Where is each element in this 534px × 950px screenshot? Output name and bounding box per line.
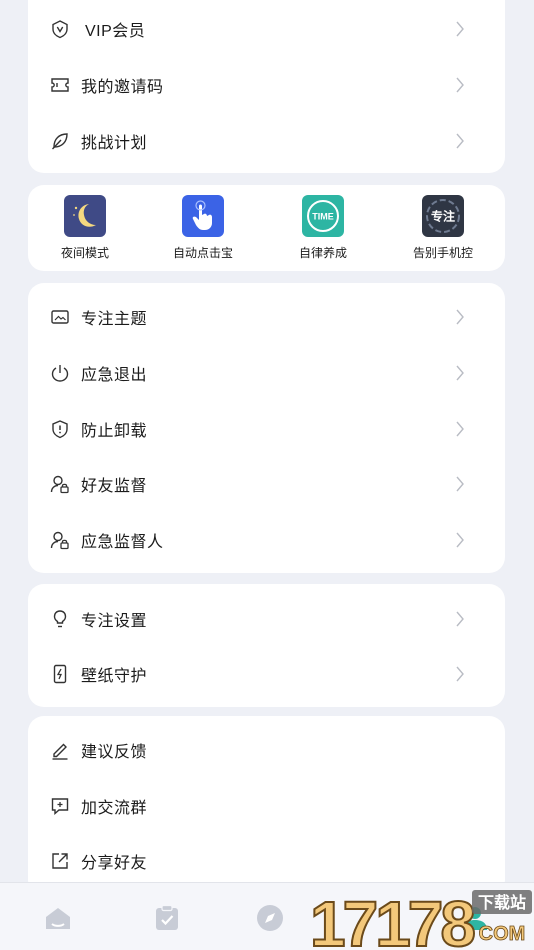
card-settings: 专注设置 壁纸守护 [28, 584, 505, 707]
menu-item-focus-theme[interactable]: 专注主题 [28, 289, 505, 345]
chevron-right-icon [456, 133, 464, 149]
feature-label: 自律养成 [298, 246, 347, 260]
feature-label: 夜间模式 [60, 246, 109, 260]
watermark-logo: 17178 下载站 COM [310, 888, 532, 950]
chevron-right-icon [456, 532, 464, 548]
tap-hand-icon [182, 195, 224, 237]
power-icon [50, 363, 70, 383]
chevron-right-icon [456, 365, 464, 381]
menu-item-label: 我的邀请码 [81, 79, 164, 96]
home-icon [46, 908, 70, 929]
menu-item-feedback[interactable]: 建议反馈 [28, 722, 505, 778]
svg-text:专注: 专注 [431, 209, 455, 224]
chevron-right-icon [456, 476, 464, 492]
bulb-icon [50, 609, 70, 629]
feature-self-discipline[interactable]: TIME 自律养成 [268, 195, 378, 261]
share-icon [50, 851, 70, 871]
chevron-right-icon [456, 21, 464, 37]
shield-exclaim-icon [50, 419, 70, 439]
menu-item-challenge-plan[interactable]: 挑战计划 [28, 113, 505, 169]
menu-item-label: 应急退出 [81, 367, 148, 384]
menu-item-label: 好友监督 [81, 478, 148, 495]
menu-item-label: VIP会员 [85, 23, 146, 40]
chevron-right-icon [456, 666, 464, 682]
compass-icon [257, 905, 283, 931]
leaf-icon [50, 131, 70, 151]
menu-item-label: 防止卸载 [81, 423, 148, 440]
ticket-icon [50, 75, 70, 95]
menu-item-label: 挑战计划 [81, 135, 148, 152]
menu-item-emergency-exit[interactable]: 应急退出 [28, 345, 505, 401]
card-features: 夜间模式 自动点击宝 TIME 自律养成 专注 告别手机控 [28, 185, 505, 271]
menu-item-emergency-supervisor[interactable]: 应急监督人 [28, 512, 505, 568]
phone-bolt-icon [50, 664, 70, 684]
menu-item-focus-settings[interactable]: 专注设置 [28, 591, 505, 647]
svg-text:下载站: 下载站 [478, 893, 526, 912]
menu-item-vip[interactable]: VIP会员 [28, 1, 505, 57]
image-icon [50, 307, 70, 327]
menu-item-invite-code[interactable]: 我的邀请码 [28, 57, 505, 113]
menu-item-label: 专注设置 [81, 613, 148, 630]
menu-item-label: 壁纸守护 [81, 668, 148, 685]
svg-text:17178: 17178 [310, 888, 474, 950]
chat-plus-icon [50, 796, 70, 816]
menu-item-label: 加交流群 [81, 800, 148, 817]
time-badge-icon: TIME [302, 195, 344, 237]
menu-item-wallpaper-guard[interactable]: 壁纸守护 [28, 646, 505, 702]
menu-item-prevent-uninstall[interactable]: 防止卸载 [28, 401, 505, 457]
chevron-right-icon [456, 421, 464, 437]
menu-item-label: 应急监督人 [81, 534, 164, 551]
vip-shield-icon [50, 19, 70, 39]
card-community: 建议反馈 加交流群 分享好友 [28, 716, 505, 896]
user-lock-icon [50, 474, 70, 494]
chevron-right-icon [456, 77, 464, 93]
tab-tasks[interactable] [152, 903, 182, 933]
feature-auto-click[interactable]: 自动点击宝 [148, 195, 258, 261]
menu-item-friend-supervision[interactable]: 好友监督 [28, 456, 505, 512]
feature-quit-phone[interactable]: 专注 告别手机控 [388, 195, 498, 261]
chevron-right-icon [456, 611, 464, 627]
feature-label: 告别手机控 [412, 246, 473, 260]
tab-home[interactable] [43, 903, 73, 933]
svg-text:TIME: TIME [312, 212, 334, 222]
menu-item-join-group[interactable]: 加交流群 [28, 778, 505, 834]
clipboard-check-icon [156, 904, 178, 930]
card-focus-options: 专注主题 应急退出 防止卸载 好友监督 应急监督人 [28, 283, 505, 573]
menu-item-share-friends[interactable]: 分享好友 [28, 833, 505, 889]
menu-item-label: 建议反馈 [81, 744, 148, 761]
feature-label: 自动点击宝 [172, 246, 233, 260]
chevron-right-icon [456, 309, 464, 325]
card-account: VIP会员 我的邀请码 挑战计划 [28, 0, 505, 173]
menu-item-label: 分享好友 [81, 855, 148, 872]
moon-icon [64, 195, 106, 237]
svg-text:COM: COM [479, 923, 526, 945]
pen-icon [50, 740, 70, 760]
menu-item-label: 专注主题 [81, 311, 148, 328]
focus-badge-icon: 专注 [422, 195, 464, 237]
user-lock-icon [50, 530, 70, 550]
tab-discover[interactable] [255, 903, 285, 933]
feature-night-mode[interactable]: 夜间模式 [30, 195, 140, 261]
